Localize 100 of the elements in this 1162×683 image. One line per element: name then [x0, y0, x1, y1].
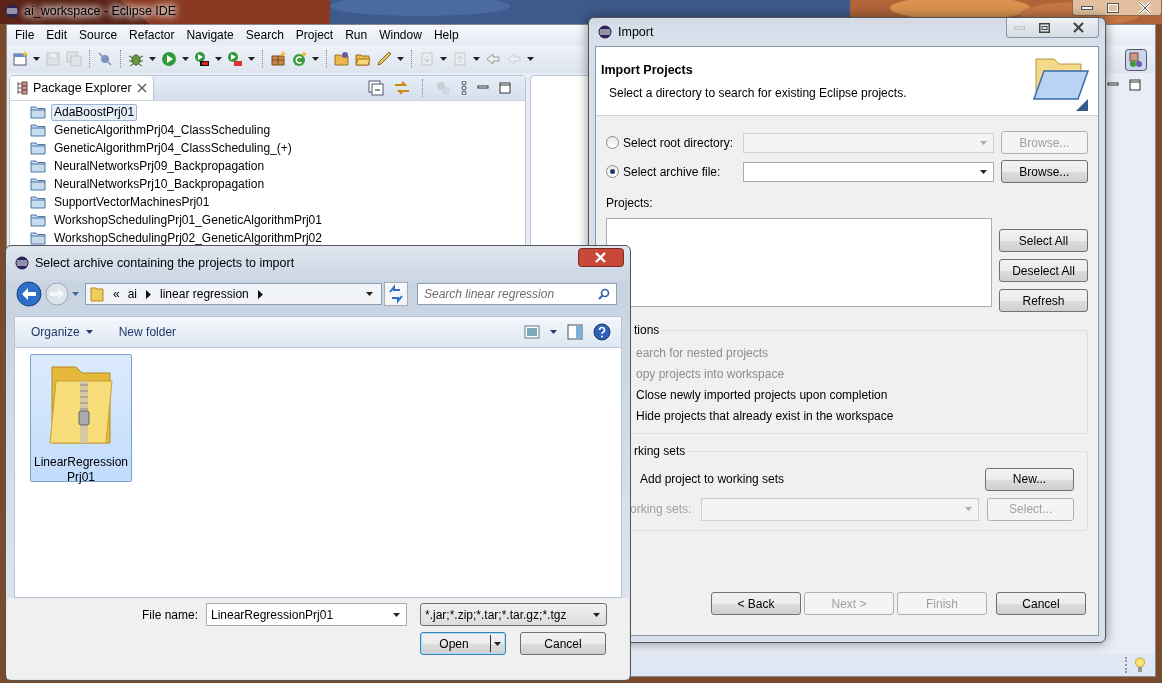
- preview-pane-icon[interactable]: [567, 324, 583, 340]
- close-icon[interactable]: [136, 83, 147, 93]
- arrow-icon[interactable]: [256, 289, 264, 299]
- caret-icon[interactable]: [473, 57, 480, 61]
- search-icon[interactable]: [598, 288, 610, 300]
- dropdown-field[interactable]: [742, 161, 994, 182]
- menu-item[interactable]: File: [9, 25, 41, 45]
- close-icon[interactable]: [1073, 22, 1084, 33]
- caret-icon[interactable]: [527, 57, 534, 61]
- tree-item[interactable]: GeneticAlgorithmPrj04_ClassScheduling_(+): [51, 139, 295, 157]
- skip-breakpoints-icon[interactable]: [97, 51, 113, 67]
- close-icon[interactable]: [1139, 1, 1151, 14]
- tree-item[interactable]: GeneticAlgorithmPrj04_ClassScheduling: [51, 121, 274, 139]
- caret-icon[interactable]: [248, 57, 255, 61]
- new-class-icon[interactable]: [291, 51, 307, 67]
- new-package-icon[interactable]: [270, 51, 286, 67]
- search-field[interactable]: Search linear regression: [417, 283, 617, 305]
- caret-icon[interactable]: [215, 57, 222, 61]
- browse-button[interactable]: Browse...: [1000, 160, 1088, 183]
- maximize-icon[interactable]: [499, 82, 511, 94]
- button[interactable]: < Back: [711, 592, 801, 615]
- view-title: Package Explorer: [33, 81, 132, 95]
- new-folder-button[interactable]: New folder: [110, 319, 185, 345]
- menu-item[interactable]: Help: [427, 25, 465, 45]
- menu-item[interactable]: Project: [289, 25, 340, 45]
- menu-item[interactable]: Window: [373, 25, 428, 45]
- maximize-icon[interactable]: [1039, 22, 1050, 33]
- button[interactable]: Cancel: [996, 592, 1086, 615]
- button[interactable]: Select All: [999, 229, 1088, 252]
- coverage-icon[interactable]: [194, 51, 210, 67]
- breadcrumb-item[interactable]: linear regression: [160, 287, 249, 301]
- bug-icon[interactable]: [128, 51, 144, 67]
- close-icon[interactable]: [578, 248, 624, 267]
- menu-item[interactable]: Refactor: [123, 25, 181, 45]
- help-icon[interactable]: [593, 323, 611, 341]
- open-folder-icon[interactable]: [334, 51, 350, 67]
- archive-tile[interactable]: LinearRegression Prj01: [30, 354, 132, 482]
- field-label: orking sets:: [630, 502, 693, 516]
- folder-icon: [30, 213, 46, 227]
- caret-icon[interactable]: [33, 57, 40, 61]
- menu-item[interactable]: Run: [339, 25, 374, 45]
- view-menu-icon[interactable]: [461, 81, 467, 95]
- refresh-icon[interactable]: [384, 282, 408, 306]
- perspective-icon[interactable]: [1125, 49, 1147, 71]
- tree-item[interactable]: WorkshopSchedulingPrj02_GeneticAlgorithmPrj02: [51, 229, 325, 247]
- file-name-field[interactable]: LinearRegressionPrj01: [206, 603, 407, 626]
- window-title: ai_workspace - Eclipse IDE: [24, 4, 177, 18]
- tree-item[interactable]: WorkshopSchedulingPrj01_GeneticAlgorithmPrj01: [51, 211, 325, 229]
- caret-icon[interactable]: [366, 292, 373, 296]
- back-icon[interactable]: [16, 281, 42, 307]
- run-icon[interactable]: [161, 51, 177, 67]
- open-folder-icon[interactable]: [355, 51, 371, 67]
- caret-icon[interactable]: [397, 57, 404, 61]
- new-file-icon[interactable]: [12, 51, 28, 67]
- tree-item[interactable]: NeuralNetworksPrj10_Backpropagation: [51, 175, 268, 193]
- folder-icon: [30, 195, 46, 209]
- collapse-all-icon[interactable]: [368, 80, 384, 96]
- tree-item[interactable]: AdaBoostPrj01: [51, 103, 138, 121]
- checkbox-label: opy projects into workspace: [636, 366, 786, 383]
- minimize-icon[interactable]: [1081, 5, 1093, 10]
- maximize-icon[interactable]: [1129, 79, 1141, 91]
- caret-icon[interactable]: [182, 57, 189, 61]
- organize-button[interactable]: Organize: [23, 319, 101, 345]
- menu-item[interactable]: Source: [73, 25, 124, 45]
- menu-item[interactable]: Edit: [40, 25, 74, 45]
- open-button[interactable]: Open: [420, 632, 506, 655]
- description: Select a directory to search for existing Eclipse projects.: [608, 85, 908, 100]
- menu-item[interactable]: Navigate: [180, 25, 240, 45]
- tree-item[interactable]: NeuralNetworksPrj09_Backpropagation: [51, 157, 268, 175]
- caret-icon[interactable]: [979, 169, 987, 174]
- tree-item[interactable]: SupportVectorMachinesPrj01: [51, 193, 213, 211]
- button[interactable]: Deselect All: [999, 259, 1088, 282]
- caret-icon[interactable]: [593, 612, 600, 617]
- group-title: rking sets: [634, 444, 688, 458]
- dialog-title: Import: [618, 25, 654, 39]
- folder-icon: [30, 231, 46, 245]
- address-bar[interactable]: « ai linear regression: [85, 283, 382, 305]
- pen-icon[interactable]: [376, 51, 392, 67]
- menu-item[interactable]: Search: [239, 25, 290, 45]
- view-icon[interactable]: [524, 325, 540, 339]
- caret-icon[interactable]: [494, 641, 501, 646]
- caret-icon[interactable]: [85, 330, 93, 334]
- view-tab[interactable]: Package Explorer: [10, 76, 154, 100]
- cancel-button[interactable]: Cancel: [520, 632, 606, 655]
- external-tools-icon[interactable]: [227, 51, 243, 67]
- breadcrumb-item[interactable]: ai: [127, 287, 138, 301]
- field-label: Projects:: [606, 196, 654, 210]
- breadcrumb-overflow[interactable]: «: [113, 287, 120, 301]
- caret-icon[interactable]: [149, 57, 156, 61]
- caret-icon[interactable]: [550, 330, 557, 334]
- caret-icon[interactable]: [393, 612, 400, 617]
- caret-icon[interactable]: [440, 57, 447, 61]
- button[interactable]: Refresh: [999, 289, 1088, 312]
- arrow-icon[interactable]: [145, 289, 153, 299]
- caret-icon[interactable]: [312, 57, 319, 61]
- file-type-dropdown[interactable]: *.jar;*.zip;*.tar;*.tar.gz;*.tgz: [420, 603, 607, 626]
- maximize-icon[interactable]: [1107, 2, 1119, 13]
- radio-button[interactable]: [606, 165, 619, 178]
- new-button[interactable]: New...: [985, 467, 1074, 491]
- eclipse-icon: [598, 25, 612, 39]
